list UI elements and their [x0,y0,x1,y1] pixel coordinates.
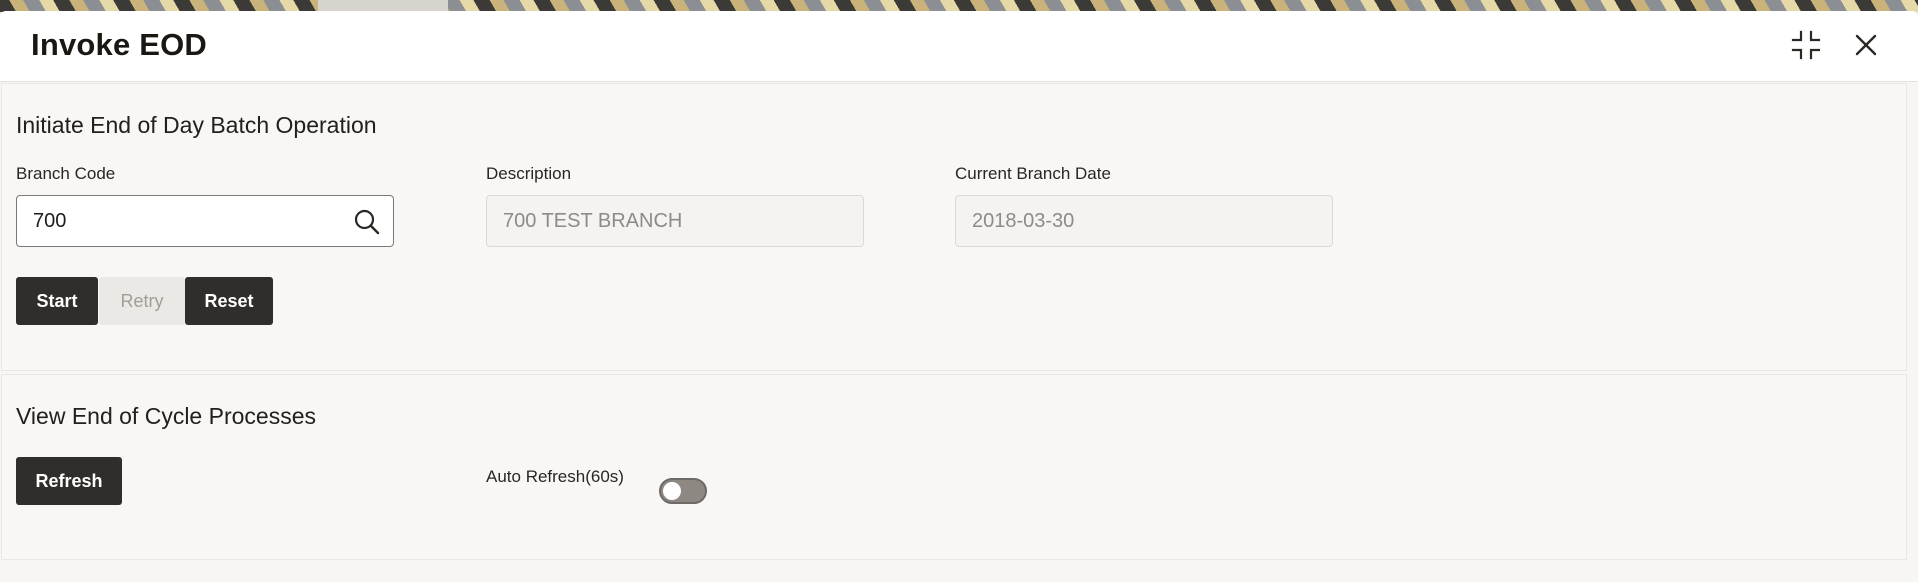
current-branch-date-label: Current Branch Date [955,164,1111,183]
search-icon[interactable] [353,208,381,236]
auto-refresh-toggle[interactable] [659,478,707,504]
current-branch-date-field: 2018-03-30 [955,195,1333,247]
reset-button[interactable]: Reset [185,277,273,325]
initiate-eod-section: Initiate End of Day Batch Operation Bran… [1,83,1907,371]
section-title-initiate: Initiate End of Day Batch Operation [16,112,377,138]
invoke-eod-window: Invoke EOD Initiate End of Day Batch Ope… [0,11,1918,582]
branch-code-input[interactable]: 700 [16,195,394,247]
minimize-icon[interactable] [1790,29,1822,61]
end-of-cycle-section: View End of Cycle Processes Refresh Auto… [1,374,1907,560]
window-controls [1790,29,1882,61]
description-label: Description [486,164,572,183]
title-bar: Invoke EOD [0,11,1918,82]
refresh-button[interactable]: Refresh [16,457,122,505]
description-value: 700 TEST BRANCH [503,209,683,232]
window-title: Invoke EOD [31,27,207,62]
close-icon[interactable] [1850,29,1882,61]
section-title-cycle: View End of Cycle Processes [16,403,316,429]
current-branch-date-value: 2018-03-30 [972,209,1075,232]
toggle-knob [663,482,681,500]
retry-button[interactable]: Retry [99,277,185,325]
branch-code-label: Branch Code [16,164,116,183]
start-button[interactable]: Start [16,277,98,325]
description-field: 700 TEST BRANCH [486,195,864,247]
auto-refresh-label: Auto Refresh(60s) [486,467,624,486]
branch-code-value: 700 [33,209,67,232]
